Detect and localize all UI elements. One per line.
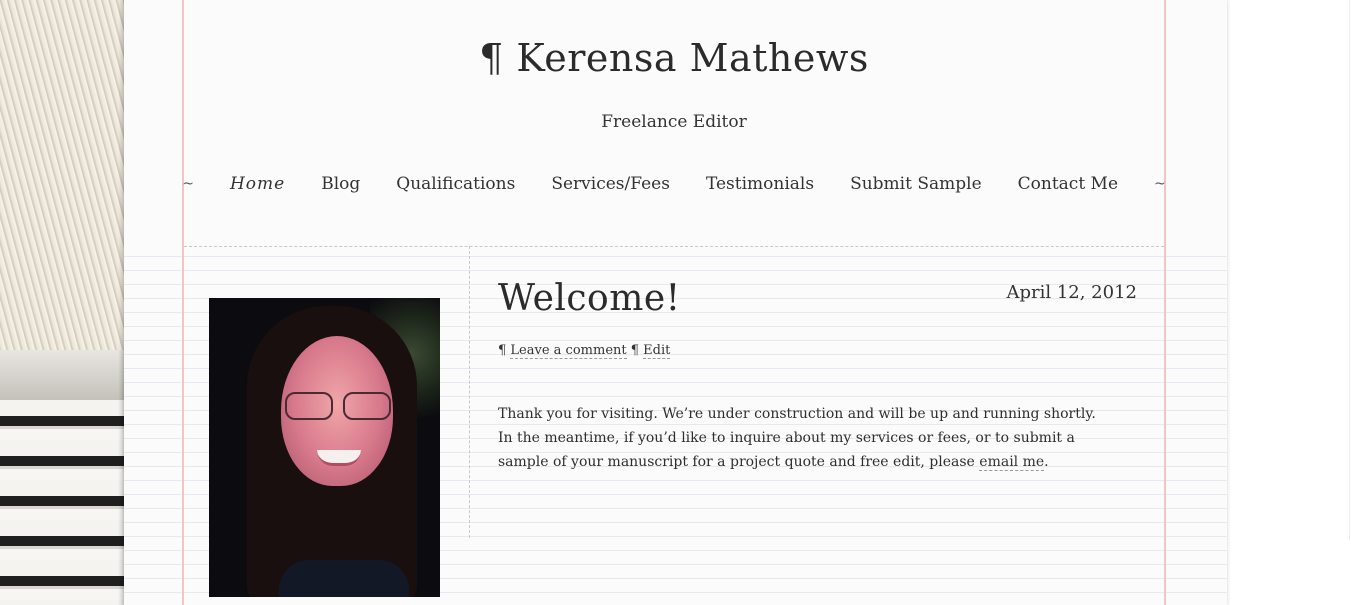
nav-item-submit-sample[interactable]: Submit Sample: [850, 174, 982, 194]
main-navigation: ~ Home Blog Qualifications Services/Fees…: [124, 174, 1224, 194]
post-title[interactable]: Welcome!: [498, 278, 681, 319]
nav-item-services-fees[interactable]: Services/Fees: [551, 174, 670, 194]
profile-photo: [209, 298, 440, 597]
right-margin-line: [1164, 0, 1166, 605]
email-me-link[interactable]: email me: [979, 454, 1045, 471]
edit-link[interactable]: Edit: [643, 343, 671, 359]
header-divider: [184, 246, 1164, 247]
nav-left-tilde: ~: [182, 176, 194, 192]
leave-comment-link[interactable]: Leave a comment: [510, 343, 627, 359]
pilcrow-2: ¶: [630, 343, 640, 358]
nav-item-contact-me[interactable]: Contact Me: [1018, 174, 1118, 194]
page-edge-line: [1349, 0, 1350, 540]
pilcrow-1: ¶: [498, 343, 507, 358]
left-margin-line: [182, 0, 184, 605]
site-description: Freelance Editor: [601, 112, 747, 132]
post-date: April 12, 2012: [1006, 282, 1137, 303]
post-body: Thank you for visiting. We’re under cons…: [498, 402, 1098, 474]
paper-container: ¶ Kerensa Mathews Freelance Editor ~ Hom…: [124, 0, 1227, 605]
background-book-image: [0, 0, 124, 605]
post-body-end: .: [1044, 454, 1049, 470]
nav-item-blog[interactable]: Blog: [321, 174, 360, 194]
book-pages-illustration: [0, 0, 124, 380]
nav-item-testimonials[interactable]: Testimonials: [706, 174, 814, 194]
nav-item-qualifications[interactable]: Qualifications: [396, 174, 515, 194]
post-meta: ¶ Leave a comment ¶ Edit: [498, 343, 671, 359]
nav-item-home[interactable]: Home: [230, 174, 285, 194]
sidebar-divider: [469, 246, 470, 538]
nav-right-tilde: ~: [1154, 176, 1166, 192]
site-title[interactable]: ¶ Kerensa Mathews: [124, 36, 1224, 80]
book-stack-illustration: [0, 400, 124, 605]
